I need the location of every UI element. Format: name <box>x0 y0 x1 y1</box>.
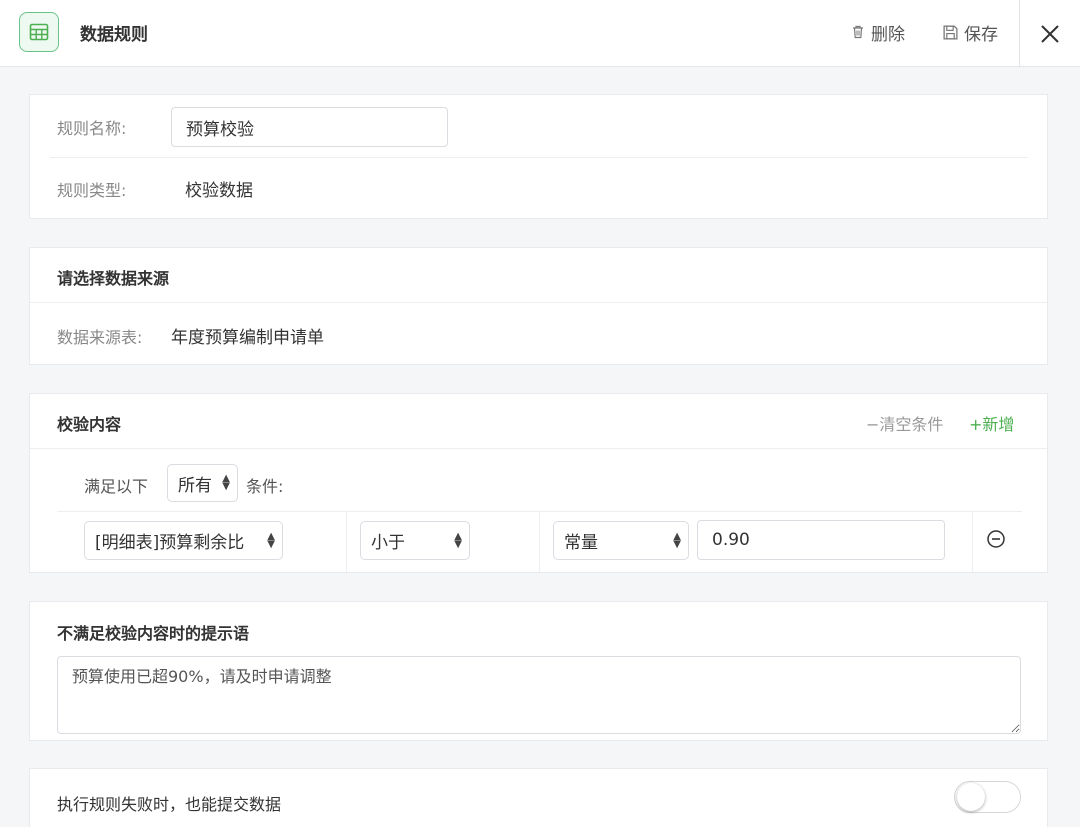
condition-operator-value: 小于 <box>371 533 405 553</box>
card-header: 校验内容 −清空条件 +新增 <box>30 394 1047 449</box>
condition-value-type-value: 常量 <box>564 533 598 553</box>
match-suffix: 条件: <box>246 477 284 496</box>
plus-icon: + <box>969 415 983 434</box>
validation-card: 校验内容 −清空条件 +新增 满足以下 所有 ▲ ▼ 条件: [明细表]预算剩余比… <box>29 393 1048 573</box>
column-divider <box>539 512 540 573</box>
rule-type-label: 规则类型: <box>57 181 127 200</box>
save-button[interactable]: 保存 <box>942 20 998 45</box>
condition-field-value: [明细表]预算剩余比 <box>95 533 245 553</box>
clear-conditions-button[interactable]: −清空条件 <box>866 411 943 435</box>
save-label: 保存 <box>964 24 998 45</box>
tip-textarea[interactable]: 预算使用已超90%，请及时申请调整 <box>57 656 1021 734</box>
column-divider <box>972 512 973 573</box>
clear-conditions-label: 清空条件 <box>879 415 944 434</box>
save-icon <box>943 24 958 40</box>
match-prefix: 满足以下 <box>84 477 149 496</box>
select-arrows-icon: ▲ ▼ <box>673 530 681 550</box>
close-button[interactable] <box>1019 0 1080 67</box>
match-type-value: 所有 <box>178 475 212 496</box>
select-arrows-icon: ▲ ▼ <box>267 530 275 550</box>
minus-icon: − <box>866 415 880 434</box>
close-icon <box>1041 24 1059 43</box>
delete-button[interactable]: 删除 <box>850 20 905 45</box>
select-arrows-icon: ▲ ▼ <box>222 473 230 492</box>
rule-name-input[interactable]: 预算校验 <box>171 107 448 147</box>
column-divider <box>346 512 347 573</box>
data-source-card: 请选择数据来源 数据来源表: 年度预算编制申请单 <box>29 247 1048 365</box>
table-icon <box>19 12 59 52</box>
dialog-title: 数据规则 <box>80 25 148 45</box>
condition-value-input[interactable]: 0.90 <box>697 520 945 560</box>
data-source-title: 请选择数据来源 <box>57 269 170 288</box>
rule-info-card: 规则名称: 预算校验 规则类型: 校验数据 <box>29 94 1048 219</box>
tip-title: 不满足校验内容时的提示语 <box>57 624 250 643</box>
condition-operator-select[interactable]: 小于 ▲ ▼ <box>360 521 470 560</box>
rule-type-value: 校验数据 <box>185 181 253 201</box>
rule-name-value: 预算校验 <box>186 119 254 140</box>
minus-circle-icon <box>987 530 1005 548</box>
dialog-header: 数据规则 删除 保存 <box>0 0 1080 67</box>
condition-value-type-select[interactable]: 常量 ▲ ▼ <box>553 521 689 560</box>
select-arrows-icon: ▲ ▼ <box>454 530 462 550</box>
divider <box>50 157 1028 158</box>
tip-message-card: 不满足校验内容时的提示语 预算使用已超90%，请及时申请调整 <box>29 601 1048 741</box>
toggle-knob <box>957 783 985 811</box>
condition-field-select[interactable]: [明细表]预算剩余比 ▲ ▼ <box>84 521 283 560</box>
fail-submit-toggle[interactable] <box>954 781 1021 813</box>
add-condition-label: 新增 <box>982 415 1015 434</box>
remove-condition-button[interactable] <box>986 529 1008 551</box>
trash-icon <box>853 25 863 39</box>
validation-title: 校验内容 <box>57 415 122 434</box>
fail-submit-card: 执行规则失败时，也能提交数据 <box>29 768 1048 827</box>
source-table-label: 数据来源表: <box>57 328 143 347</box>
fail-submit-label: 执行规则失败时，也能提交数据 <box>57 795 282 814</box>
condition-value: 0.90 <box>712 530 750 550</box>
match-type-select[interactable]: 所有 ▲ ▼ <box>167 464 238 502</box>
source-table-value: 年度预算编制申请单 <box>171 328 324 348</box>
rule-name-label: 规则名称: <box>57 119 127 138</box>
add-condition-button[interactable]: +新增 <box>969 411 1014 435</box>
delete-label: 删除 <box>871 24 905 45</box>
card-header: 请选择数据来源 <box>30 248 1047 303</box>
